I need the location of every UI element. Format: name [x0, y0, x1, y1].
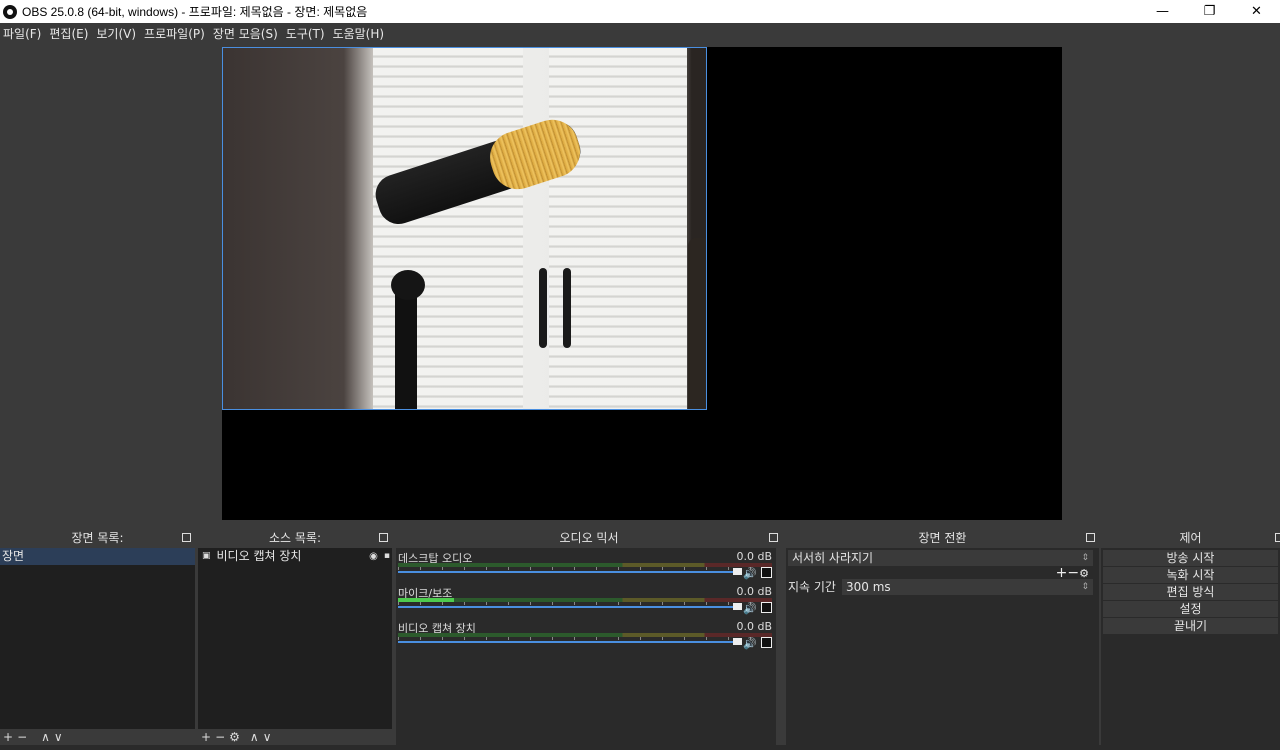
float-icon[interactable] — [182, 533, 191, 542]
title-bar: OBS 25.0.8 (64-bit, windows) - 프로파일: 제목없… — [0, 0, 1280, 23]
obs-logo-icon — [3, 4, 17, 19]
preview-canvas[interactable] — [222, 47, 1062, 520]
speaker-icon[interactable]: 🔊 — [743, 637, 757, 650]
sources-dock: 소스 목록: ▣ 비디오 캡쳐 장치 ◉ ▪ + − ⚙ ∧ ∨ — [198, 528, 392, 745]
volume-slider-handle[interactable] — [733, 603, 742, 610]
window-title: OBS 25.0.8 (64-bit, windows) - 프로파일: 제목없… — [22, 5, 368, 19]
volume-slider[interactable] — [398, 641, 734, 643]
mixer-track-desktop: 데스크탑 오디오 0.0 dB 🔊 — [398, 550, 774, 584]
transitions-header-label: 장면 전환 — [918, 531, 967, 545]
shutter-door-right — [549, 48, 687, 409]
meter-ticks — [398, 637, 772, 640]
mixer-scrollbar[interactable] — [776, 548, 782, 745]
track-settings-gear-icon[interactable] — [761, 567, 772, 578]
studio-mode-button[interactable]: 편집 방식 — [1103, 584, 1278, 600]
camera-icon: ▣ — [202, 551, 211, 561]
video-capture-source[interactable] — [222, 47, 707, 410]
scene-item[interactable]: 장면 — [0, 548, 195, 565]
track-settings-gear-icon[interactable] — [761, 637, 772, 648]
exit-button[interactable]: 끝내기 — [1103, 618, 1278, 634]
scenes-dock: 장면 목록: 장면 + − ∧ ∨ — [0, 528, 195, 745]
chevron-down-icon: ⇕ — [1081, 553, 1089, 563]
door-handle-left — [539, 268, 547, 348]
track-db: 0.0 dB — [736, 585, 772, 598]
mic-stand — [395, 288, 417, 409]
transition-select[interactable]: 서서히 사라지기 ⇕ — [788, 550, 1093, 566]
status-bar — [0, 745, 1280, 750]
lock-icon[interactable]: ▪ — [384, 548, 390, 565]
move-up-button[interactable]: ∧ — [41, 730, 50, 744]
volume-slider-handle[interactable] — [733, 568, 742, 575]
close-button[interactable]: ✕ — [1233, 0, 1280, 23]
controls-header: 제어 — [1101, 528, 1280, 548]
menu-scene-collection[interactable]: 장면 모음(S) — [213, 25, 278, 42]
transitions-dock: 장면 전환 서서히 사라지기 ⇕ +−⚙ 지속 기간 300 ms ⇕ — [786, 528, 1099, 745]
menu-edit[interactable]: 편집(E) — [49, 25, 88, 42]
mixer-track-mic: 마이크/보조 0.0 dB 🔊 — [398, 585, 774, 619]
menu-view[interactable]: 보기(V) — [96, 25, 136, 42]
sources-toolbar: + − ⚙ ∧ ∨ — [198, 729, 392, 745]
volume-slider[interactable] — [398, 606, 734, 608]
move-up-button[interactable]: ∧ — [250, 730, 259, 744]
minimize-button[interactable]: — — [1139, 0, 1186, 23]
mixer-header: 오디오 믹서 — [396, 528, 782, 548]
duration-label: 지속 기간 — [788, 580, 836, 594]
float-icon[interactable] — [1275, 533, 1280, 542]
window-controls: — ❐ ✕ — [1139, 0, 1280, 23]
mic-joint — [391, 270, 425, 300]
source-item-label: 비디오 캡쳐 장치 — [216, 549, 302, 563]
audio-mixer-dock: 오디오 믹서 데스크탑 오디오 0.0 dB 🔊 마이크/보조 0.0 dB 🔊… — [396, 528, 782, 745]
speaker-icon[interactable]: 🔊 — [743, 567, 757, 580]
sources-header-label: 소스 목록: — [268, 531, 322, 545]
float-icon[interactable] — [769, 533, 778, 542]
add-source-button[interactable]: + — [201, 730, 211, 744]
mixer-body: 데스크탑 오디오 0.0 dB 🔊 마이크/보조 0.0 dB 🔊 비디오 캡쳐… — [396, 548, 776, 745]
menu-tools[interactable]: 도구(T) — [286, 25, 325, 42]
controls-dock: 제어 방송 시작 녹화 시작 편집 방식 설정 끝내기 — [1101, 528, 1280, 745]
transition-select-value: 서서히 사라지기 — [792, 551, 874, 565]
track-db: 0.0 dB — [736, 550, 772, 563]
settings-button[interactable]: 설정 — [1103, 601, 1278, 617]
volume-slider[interactable] — [398, 571, 734, 573]
dark-object — [688, 238, 706, 409]
remove-source-button[interactable]: − — [215, 730, 225, 744]
track-db: 0.0 dB — [736, 620, 772, 633]
volume-slider-handle[interactable] — [733, 638, 742, 645]
duration-spinbox[interactable]: 300 ms ⇕ — [842, 579, 1093, 595]
sources-list[interactable]: ▣ 비디오 캡쳐 장치 ◉ ▪ — [198, 548, 392, 729]
start-streaming-button[interactable]: 방송 시작 — [1103, 550, 1278, 566]
float-icon[interactable] — [1086, 533, 1095, 542]
spinner-icon[interactable]: ⇕ — [1081, 579, 1089, 595]
start-recording-button[interactable]: 녹화 시작 — [1103, 567, 1278, 583]
duration-value: 300 ms — [846, 580, 891, 594]
menu-help[interactable]: 도움말(H) — [333, 25, 385, 42]
speaker-icon[interactable]: 🔊 — [743, 602, 757, 615]
menu-profile[interactable]: 프로파일(P) — [144, 25, 205, 42]
move-down-button[interactable]: ∨ — [263, 730, 272, 744]
float-icon[interactable] — [379, 533, 388, 542]
visibility-eye-icon[interactable]: ◉ — [369, 548, 378, 565]
menu-bar: 파일(F) 편집(E) 보기(V) 프로파일(P) 장면 모음(S) 도구(T)… — [0, 23, 1280, 43]
scenes-list[interactable]: 장면 — [0, 548, 195, 729]
move-down-button[interactable]: ∨ — [54, 730, 63, 744]
remove-scene-button[interactable]: − — [17, 730, 27, 744]
track-settings-gear-icon[interactable] — [761, 602, 772, 613]
scenes-header: 장면 목록: — [0, 528, 195, 548]
add-scene-button[interactable]: + — [3, 730, 13, 744]
mixer-track-video: 비디오 캡쳐 장치 0.0 dB 🔊 — [398, 620, 774, 654]
controls-header-label: 제어 — [1179, 531, 1202, 545]
sources-header: 소스 목록: — [198, 528, 392, 548]
scenes-header-label: 장면 목록: — [71, 531, 124, 545]
meter-ticks — [398, 602, 772, 605]
source-item[interactable]: ▣ 비디오 캡쳐 장치 ◉ ▪ — [198, 548, 392, 565]
mixer-header-label: 오디오 믹서 — [559, 531, 619, 545]
door-handle-right — [563, 268, 571, 348]
meter-ticks — [398, 567, 772, 570]
menu-file[interactable]: 파일(F) — [3, 25, 41, 42]
scenes-toolbar: + − ∧ ∨ — [0, 729, 195, 745]
transitions-header: 장면 전환 — [786, 528, 1099, 548]
source-properties-gear-icon[interactable]: ⚙ — [229, 730, 240, 744]
restore-button[interactable]: ❐ — [1186, 0, 1233, 23]
